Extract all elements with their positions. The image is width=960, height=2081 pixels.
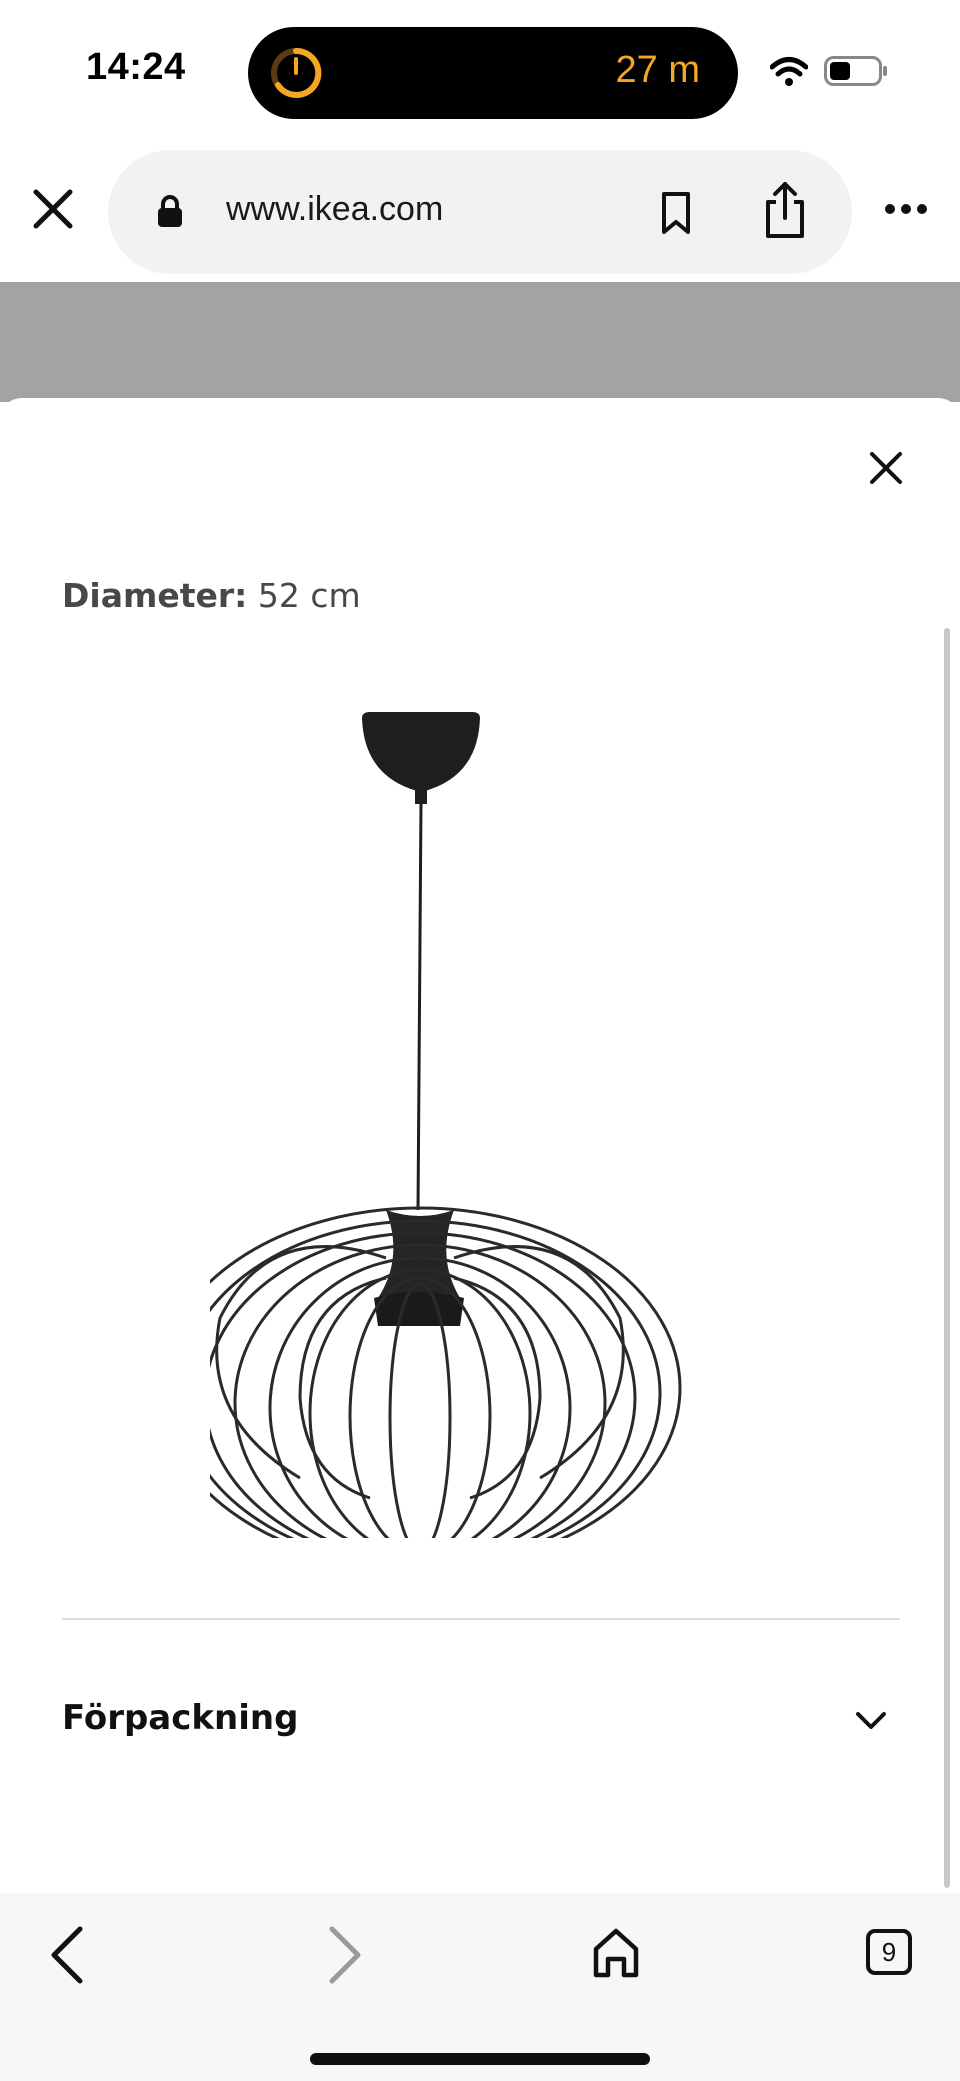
pendant-lamp-image — [210, 712, 682, 1538]
product-dimensions-sheet: Diameter: 52 cm Förpackning — [0, 398, 960, 1893]
page-backdrop[interactable] — [0, 282, 960, 402]
home-icon[interactable] — [590, 1925, 642, 1981]
share-icon[interactable] — [760, 180, 810, 240]
scrollbar[interactable] — [944, 628, 950, 1888]
close-icon[interactable] — [28, 184, 78, 234]
close-icon[interactable] — [866, 448, 906, 488]
divider — [62, 1618, 900, 1620]
forward-icon[interactable] — [322, 1923, 366, 1987]
packaging-accordion[interactable]: Förpackning — [62, 1698, 900, 1758]
dynamic-island[interactable]: 27 m — [248, 27, 738, 119]
home-indicator — [310, 2053, 650, 2065]
bookmark-icon[interactable] — [656, 190, 696, 236]
browser-bar: www.ikea.com — [0, 140, 960, 282]
diameter-label: Diameter: — [62, 576, 248, 615]
section-title: Förpackning — [62, 1698, 299, 1738]
more-icon[interactable] — [884, 202, 928, 216]
battery-icon — [824, 56, 887, 86]
wifi-icon — [770, 57, 808, 86]
tab-count: 9 — [881, 1937, 897, 1967]
tabs-icon[interactable]: 9 — [866, 1929, 912, 1975]
timer-ring-icon — [271, 47, 322, 98]
status-time: 14:24 — [86, 46, 186, 88]
diameter-spec: Diameter: 52 cm — [62, 576, 361, 615]
chevron-down-icon — [856, 1712, 886, 1729]
url-text[interactable]: www.ikea.com — [226, 190, 443, 229]
timer-label: 27 m — [615, 49, 700, 91]
lock-icon — [158, 195, 182, 227]
browser-toolbar: 9 — [0, 1893, 960, 2081]
status-bar: 14:24 27 m — [0, 0, 960, 140]
address-bar[interactable]: www.ikea.com — [108, 150, 852, 274]
diameter-value: 52 cm — [257, 576, 361, 615]
back-icon[interactable] — [46, 1923, 90, 1987]
